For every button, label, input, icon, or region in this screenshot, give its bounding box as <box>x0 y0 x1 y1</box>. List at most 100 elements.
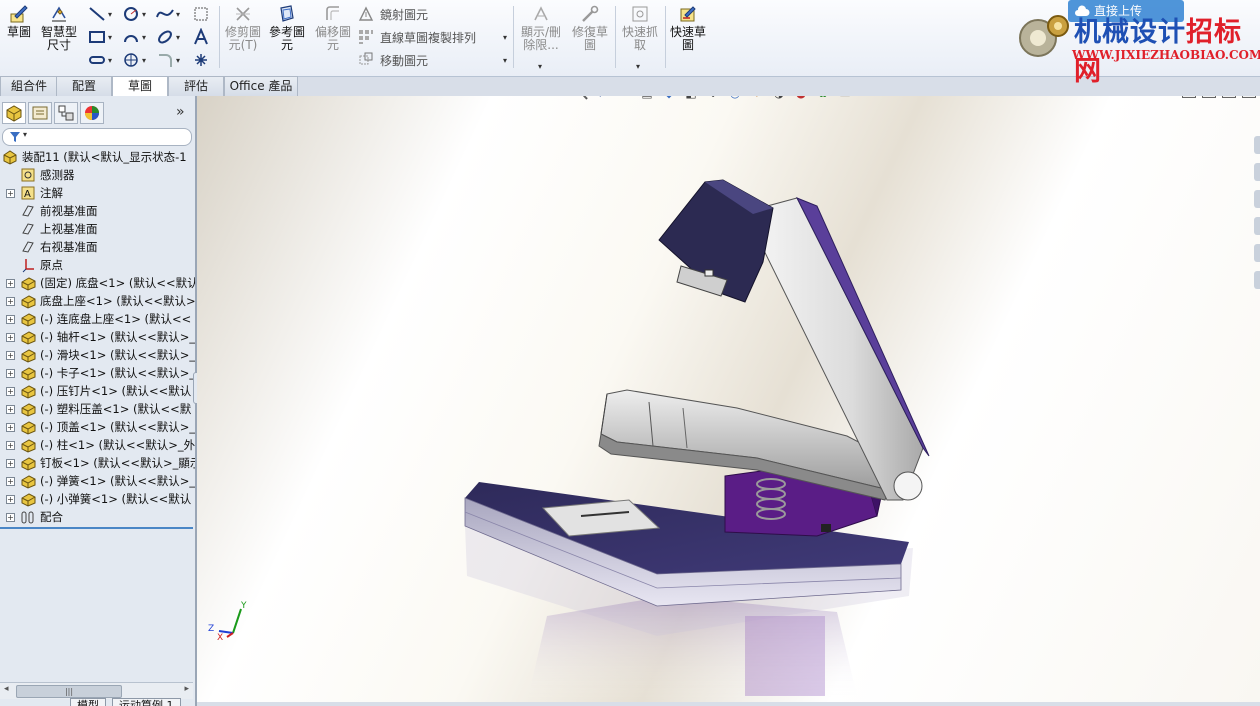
stapler-top-cap[interactable] <box>658 179 774 303</box>
tree-expand-toggle[interactable]: + <box>6 351 15 360</box>
edit-appearance-button[interactable]: ◔ <box>725 96 745 103</box>
smart-dimension-button[interactable]: 智慧型 尺寸 <box>38 4 80 52</box>
tab-motion-study[interactable]: 运动算例 1 <box>112 698 181 706</box>
panel-divider[interactable] <box>0 527 193 529</box>
move-dropdown-arrow[interactable]: ▾ <box>503 56 507 65</box>
zoom-to-fit-button[interactable]: 🔍 <box>571 96 591 103</box>
tree-expand-toggle[interactable]: + <box>6 495 15 504</box>
stapler-assembly-model[interactable] <box>197 96 1260 702</box>
configuration-manager-tab[interactable] <box>54 102 78 124</box>
graphics-viewport[interactable]: 🔍 ⌕ ↶ ▤ ◆ ◧ ⇕ ◔ ☼ ◑ ● ✿ ▭ Y Z X <box>197 96 1260 702</box>
tree-item[interactable]: + (-) 连底盘上座<1> (默认<< <box>0 310 195 328</box>
polygon-dropdown-arrow[interactable]: ▾ <box>142 56 146 65</box>
tree-expand-toggle[interactable]: + <box>6 315 15 324</box>
pattern-dropdown-arrow[interactable]: ▾ <box>503 33 507 42</box>
appearance-button[interactable]: ● <box>791 96 811 103</box>
tree-item[interactable]: 上视基准面 <box>0 220 195 238</box>
realview-button[interactable]: ✿ <box>813 96 833 103</box>
linear-pattern-button[interactable]: 直線草圖複製排列 <box>358 27 476 47</box>
display-delete-relations-button[interactable]: 顯示/刪 除限... <box>518 4 564 52</box>
feature-tree-tab[interactable] <box>2 102 26 124</box>
move-entities-button[interactable]: 移動圖元 <box>358 50 428 70</box>
task-pane-tab[interactable] <box>1254 190 1260 208</box>
tree-item[interactable]: 感测器 <box>0 166 195 184</box>
tree-item[interactable]: 前视基准面 <box>0 202 195 220</box>
arc-dropdown-arrow[interactable]: ▾ <box>142 33 146 42</box>
task-pane-tab[interactable] <box>1254 271 1260 289</box>
quick-snaps-button[interactable]: 快速抓 取 <box>618 4 662 52</box>
tree-item[interactable]: + (-) 小弹簧<1> (默认<<默认 <box>0 490 195 508</box>
tab-model[interactable]: 模型 <box>70 698 106 706</box>
tree-expand-toggle[interactable]: + <box>6 189 15 198</box>
fillet-tool-button[interactable] <box>154 50 176 70</box>
tree-item[interactable]: + (-) 卡子<1> (默认<<默认>_ <box>0 364 195 382</box>
view-orientation-button[interactable]: ◆ <box>659 96 679 103</box>
fillet-dropdown-arrow[interactable]: ▾ <box>176 56 180 65</box>
tree-item[interactable]: 原点 <box>0 256 195 274</box>
viewport-minimize-button[interactable] <box>1222 96 1236 98</box>
snaps-dropdown-arrow[interactable]: ▾ <box>636 62 640 71</box>
rectangle-tool-button[interactable] <box>86 27 108 47</box>
line-tool-button[interactable] <box>86 4 108 24</box>
polygon-tool-button[interactable] <box>120 50 142 70</box>
viewport-maximize-button[interactable] <box>1242 96 1256 98</box>
tree-expand-toggle[interactable]: + <box>6 279 15 288</box>
ellipse-dropdown-arrow[interactable]: ▾ <box>176 33 180 42</box>
tree-item[interactable]: + (固定) 底盘<1> (默认<<默认 <box>0 274 195 292</box>
slot-dropdown-arrow[interactable]: ▾ <box>108 56 112 65</box>
grid-tool-button[interactable] <box>190 4 212 24</box>
repair-sketch-button[interactable]: 修復草 圖 <box>568 4 612 52</box>
property-manager-tab[interactable] <box>28 102 52 124</box>
tree-expand-toggle[interactable]: + <box>6 369 15 378</box>
tree-item[interactable]: + (-) 柱<1> (默认<<默认>_外 <box>0 436 195 454</box>
task-pane-tab[interactable] <box>1254 217 1260 235</box>
viewport-tile-button[interactable] <box>1202 96 1216 98</box>
tree-expand-toggle[interactable]: + <box>6 387 15 396</box>
scroll-right-arrow[interactable]: ▸ <box>184 684 189 694</box>
relations-dropdown-arrow[interactable]: ▾ <box>538 62 542 71</box>
arc-tool-button[interactable] <box>120 27 142 47</box>
display-manager-tab[interactable] <box>80 102 104 124</box>
ellipse-tool-button[interactable] <box>154 27 176 47</box>
tree-item[interactable]: 右视基准面 <box>0 238 195 256</box>
scene-button[interactable]: ☼ <box>747 96 767 103</box>
view-settings-button[interactable]: ◑ <box>769 96 789 103</box>
tree-item[interactable]: + (-) 弹簧<1> (默认<<默认>_ <box>0 472 195 490</box>
tree-expand-toggle[interactable]: + <box>6 477 15 486</box>
tab-sketch[interactable]: 草圖 <box>112 76 168 97</box>
scroll-left-arrow[interactable]: ◂ <box>4 684 9 694</box>
tree-item[interactable]: + A 注解 <box>0 184 195 202</box>
tree-item[interactable]: + 配合 <box>0 508 195 526</box>
tab-layout[interactable]: 配置 <box>56 76 112 96</box>
zoom-area-button[interactable]: ⌕ <box>593 96 613 103</box>
tree-filter-input[interactable]: ▾ <box>2 128 192 146</box>
tab-office-products[interactable]: Office 產品 <box>224 76 298 96</box>
tree-item[interactable]: + 钉板<1> (默认<<默认>_顯示 <box>0 454 195 472</box>
mirror-entities-button[interactable]: 鏡射圖元 <box>358 4 428 24</box>
tree-item[interactable]: 装配11 (默认<默认_显示状态-1 <box>0 148 195 166</box>
tree-expand-toggle[interactable]: + <box>6 441 15 450</box>
tree-horizontal-scrollbar[interactable]: ◂ ||| ▸ <box>0 682 193 699</box>
circle-tool-button[interactable] <box>120 4 142 24</box>
spline-dropdown-arrow[interactable]: ▾ <box>176 10 180 19</box>
tree-expand-toggle[interactable]: + <box>6 405 15 414</box>
circle-dropdown-arrow[interactable]: ▾ <box>142 10 146 19</box>
rapid-sketch-button[interactable]: 快速草 圖 <box>666 4 710 52</box>
expand-panel-button[interactable]: » <box>176 104 185 120</box>
offset-entities-button[interactable]: 偏移圖 元 <box>312 4 354 52</box>
task-pane-tab[interactable] <box>1254 163 1260 181</box>
filter-dropdown-arrow[interactable]: ▾ <box>23 130 27 139</box>
sketch-button[interactable]: 草圖 <box>4 4 34 39</box>
tree-item[interactable]: + (-) 滑块<1> (默认<<默认>_ <box>0 346 195 364</box>
tree-expand-toggle[interactable]: + <box>6 297 15 306</box>
convert-entities-button[interactable]: 參考圖 元 <box>266 4 308 52</box>
tree-expand-toggle[interactable]: + <box>6 423 15 432</box>
line-dropdown-arrow[interactable]: ▾ <box>108 10 112 19</box>
display-style-button[interactable]: ◧ <box>681 96 701 103</box>
text-tool-button[interactable] <box>190 27 212 47</box>
tree-expand-toggle[interactable]: + <box>6 513 15 522</box>
previous-view-button[interactable]: ↶ <box>615 96 635 103</box>
tree-expand-toggle[interactable]: + <box>6 333 15 342</box>
tree-item[interactable]: + (-) 顶盖<1> (默认<<默认>_ <box>0 418 195 436</box>
task-pane-tab[interactable] <box>1254 244 1260 262</box>
